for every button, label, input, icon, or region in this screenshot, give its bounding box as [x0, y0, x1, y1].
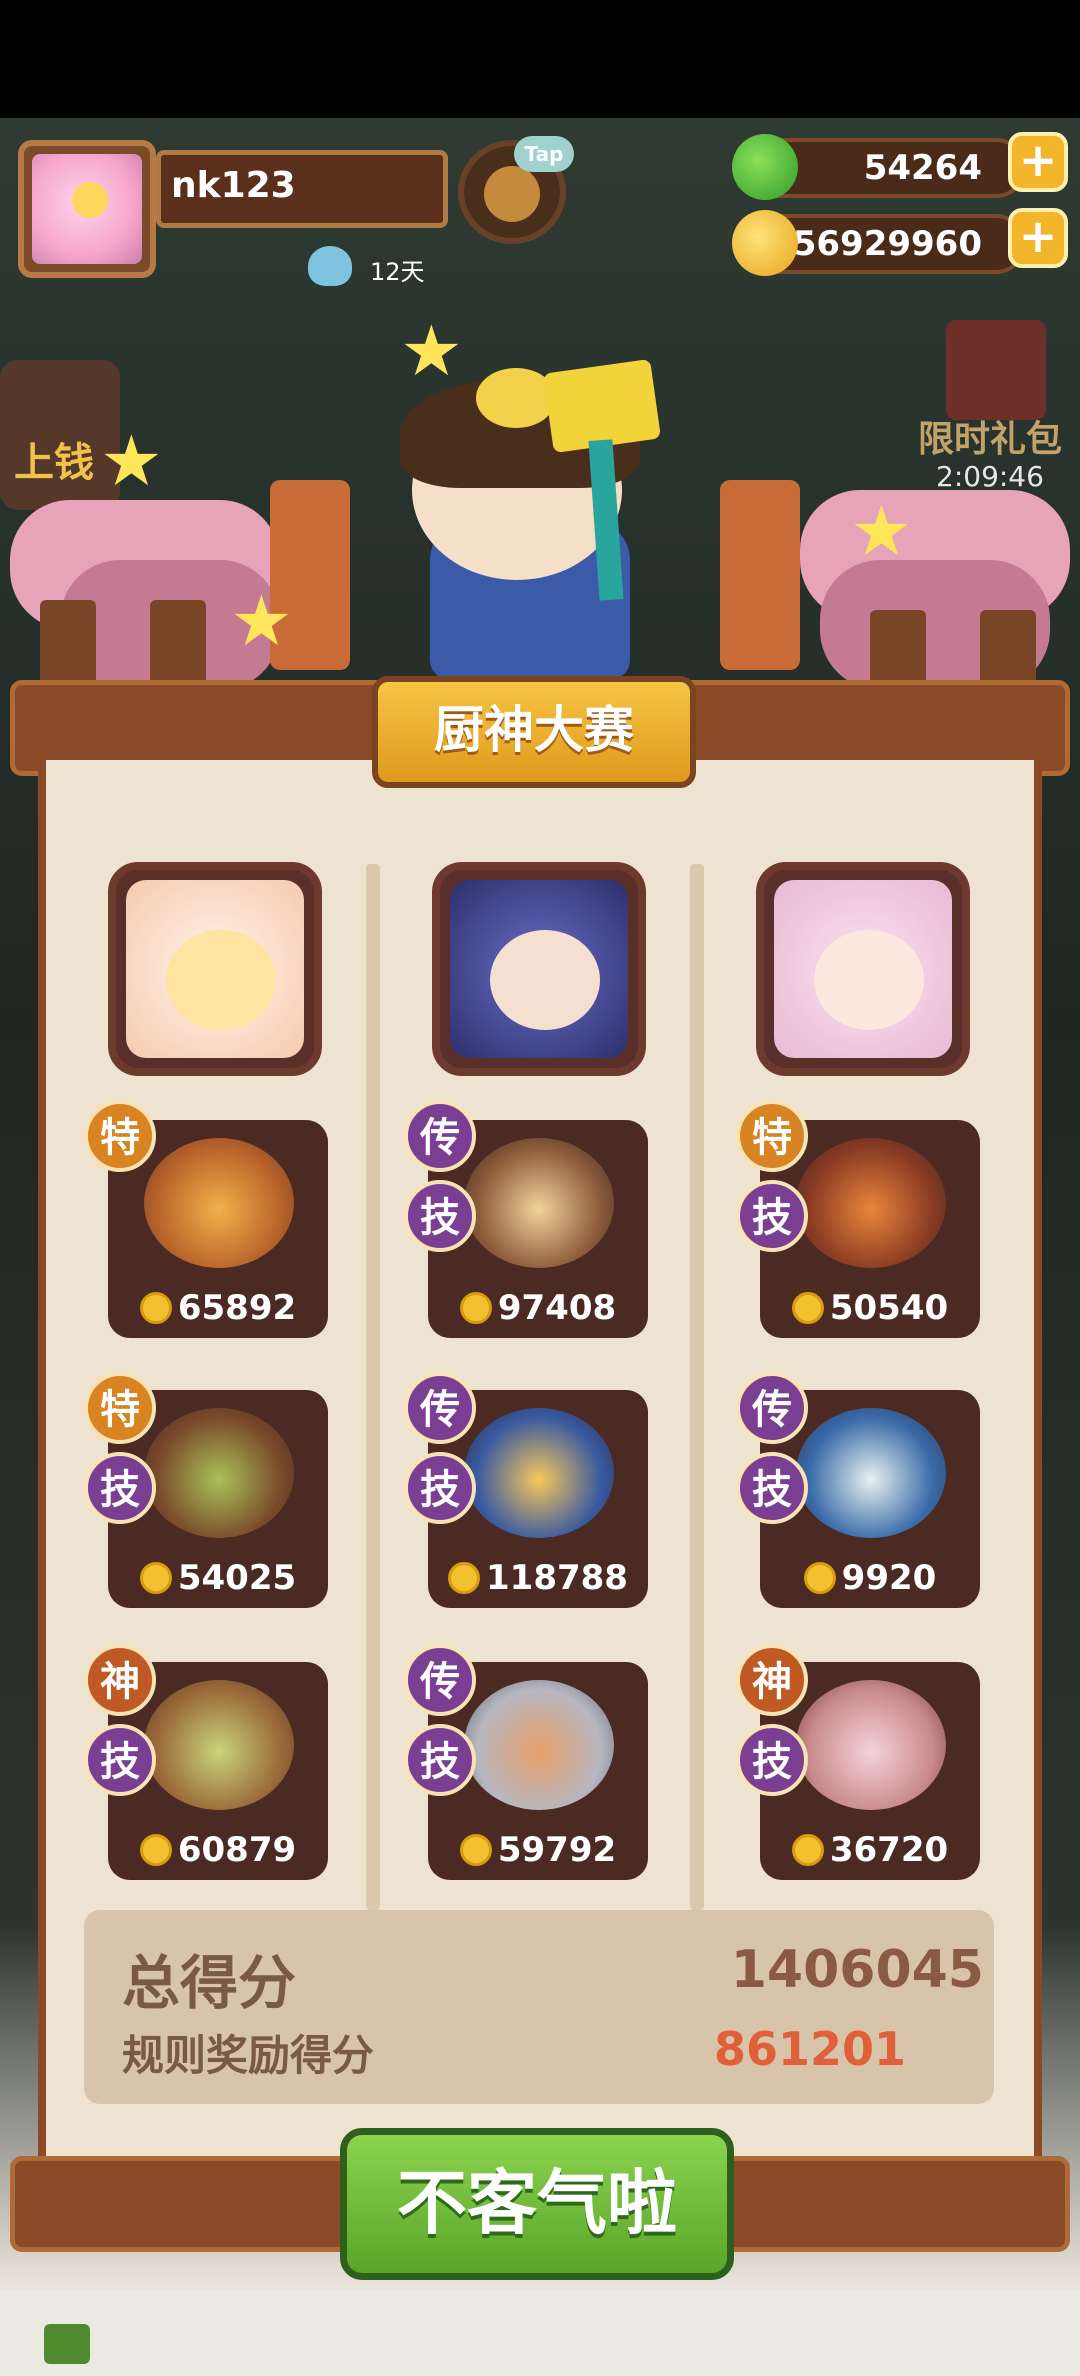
- dish-score: 9920: [760, 1558, 980, 1598]
- dish-image: [144, 1138, 294, 1268]
- tap-label: Tap: [514, 136, 574, 172]
- star-icon: ★: [100, 420, 163, 502]
- portrait-face: [166, 930, 276, 1030]
- score-summary: 总得分 1406045 规则奖励得分 861201: [84, 1910, 994, 2104]
- add-coins-button[interactable]: +: [1008, 208, 1068, 268]
- skill-badge: 技: [404, 1452, 476, 1524]
- column-divider: [690, 864, 704, 1910]
- coin-icon: [791, 1292, 824, 1324]
- stage-pillar-right: [720, 480, 800, 670]
- confirm-button[interactable]: 不客气啦: [340, 2128, 734, 2280]
- avatar-image: [32, 154, 142, 264]
- ground-snow: [0, 2290, 1080, 2376]
- portrait-image: [774, 880, 952, 1058]
- dish-image: [796, 1138, 946, 1268]
- corner-indicator: [44, 2324, 90, 2364]
- rank-badge: 特: [84, 1100, 156, 1172]
- rank-badge: 特: [84, 1372, 156, 1444]
- coin-count: 56929960: [792, 224, 982, 264]
- contest-title: 厨神大赛: [372, 676, 696, 788]
- skill-badge: 技: [84, 1724, 156, 1796]
- skill-badge: 技: [404, 1724, 476, 1796]
- coin-icon: [448, 1562, 481, 1594]
- apple-count: 54264: [863, 148, 982, 188]
- apple-icon: [732, 134, 798, 200]
- total-score-label: 总得分: [122, 1949, 297, 2017]
- coin-icon: [459, 1292, 492, 1324]
- days-icon: [308, 246, 352, 286]
- rank-badge: 传: [736, 1372, 808, 1444]
- skill-badge: 技: [84, 1452, 156, 1524]
- total-score-value: 1406045: [730, 1940, 984, 2000]
- dish-score: 97408: [428, 1288, 648, 1328]
- player-name-plate: nk123: [156, 150, 448, 228]
- coin-icon: [139, 1292, 172, 1324]
- portrait-face: [490, 930, 600, 1030]
- dish-image: [796, 1408, 946, 1538]
- side-event-label: 上钱: [14, 440, 94, 486]
- skill-badge: 技: [736, 1724, 808, 1796]
- portrait-image: [450, 880, 628, 1058]
- bonus-score-label: 规则奖励得分: [122, 2031, 375, 2080]
- status-bar-area: [0, 0, 1080, 118]
- dish-image: [796, 1680, 946, 1810]
- star-icon: ★: [850, 490, 913, 572]
- star-icon: ★: [400, 310, 463, 392]
- rank-badge: 神: [736, 1644, 808, 1716]
- dish-image: [464, 1408, 614, 1538]
- column-divider: [366, 864, 380, 1910]
- gift-pack-icon[interactable]: [946, 320, 1046, 420]
- portrait-face: [814, 930, 924, 1030]
- dish-image: [464, 1138, 614, 1268]
- coin-icon: [459, 1834, 492, 1866]
- dish-score: 54025: [108, 1558, 328, 1598]
- rank-badge: 特: [736, 1100, 808, 1172]
- rank-badge: 神: [84, 1644, 156, 1716]
- chef-portrait-1[interactable]: [108, 862, 322, 1076]
- days-count: 12天: [370, 258, 425, 286]
- tap-face-icon: [484, 166, 540, 222]
- dish-score: 60879: [108, 1830, 328, 1870]
- golden-hammer-icon: [542, 358, 662, 454]
- coin-icon: [803, 1562, 836, 1594]
- skill-badge: 技: [736, 1452, 808, 1524]
- dish-score: 118788: [428, 1558, 648, 1598]
- skill-badge: 技: [404, 1180, 476, 1252]
- chef-portrait-3[interactable]: [756, 862, 970, 1076]
- skill-badge: 技: [736, 1180, 808, 1252]
- rank-badge: 传: [404, 1644, 476, 1716]
- rank-badge: 传: [404, 1100, 476, 1172]
- dish-score: 50540: [760, 1288, 980, 1328]
- dish-image: [464, 1680, 614, 1810]
- coin-icon: [791, 1834, 824, 1866]
- gift-pack-label: 限时礼包: [918, 419, 1063, 460]
- player-name: nk123: [171, 165, 296, 206]
- coin-icon: [139, 1562, 172, 1594]
- add-apples-button[interactable]: +: [1008, 132, 1068, 192]
- gift-pack-timer: 2:09:46: [936, 460, 1044, 493]
- rank-badge: 传: [404, 1372, 476, 1444]
- star-icon: ★: [230, 580, 293, 662]
- dish-score: 59792: [428, 1830, 648, 1870]
- dish-image: [144, 1408, 294, 1538]
- dish-score: 36720: [760, 1830, 980, 1870]
- bonus-score-value: 861201: [713, 2022, 906, 2076]
- coin-icon: [139, 1834, 172, 1866]
- coin-icon: [732, 210, 798, 276]
- dish-score: 65892: [108, 1288, 328, 1328]
- dish-image: [144, 1680, 294, 1810]
- player-avatar[interactable]: [18, 140, 156, 278]
- portrait-image: [126, 880, 304, 1058]
- chef-portrait-2[interactable]: [432, 862, 646, 1076]
